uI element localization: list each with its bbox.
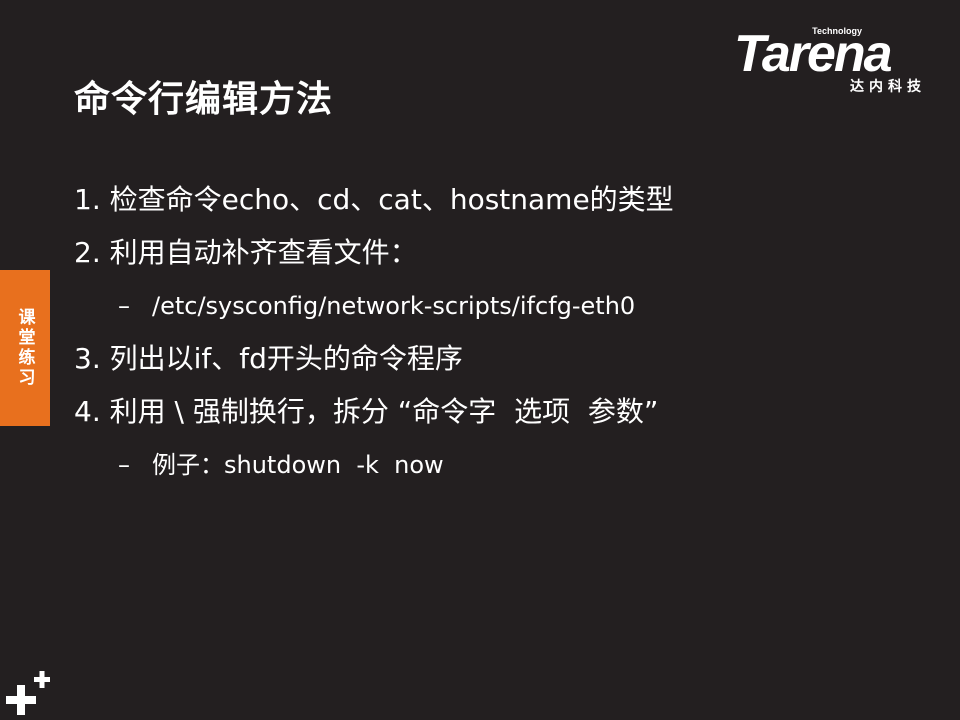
- logo-brand: Tarena: [734, 25, 893, 83]
- sub-list-item: – 例子：shutdown -k now: [74, 442, 934, 495]
- item-text: 检查命令echo、cd、cat、hostname的类型: [109, 183, 674, 216]
- tarena-logo: Technology Tarena 达内科技: [734, 24, 930, 96]
- item-text: 利用自动补齐查看文件：: [109, 236, 418, 269]
- example-text: 例子：shutdown -k now: [152, 451, 444, 479]
- item-number: 1.: [74, 183, 101, 216]
- side-tab-label: 课堂练习: [14, 308, 35, 388]
- item-number: 4.: [74, 395, 101, 428]
- item-number: 3.: [74, 342, 101, 375]
- slide-title: 命令行编辑方法: [74, 79, 334, 120]
- list-item: 3. 列出以if、fd开头的命令程序: [74, 336, 934, 389]
- item-number: 2.: [74, 236, 101, 269]
- item-text: 利用 \ 强制换行，拆分 “命令字 选项 参数”: [109, 395, 659, 428]
- dash-bullet: –: [118, 451, 130, 479]
- list-item: 1. 检查命令echo、cd、cat、hostname的类型: [74, 177, 934, 230]
- list-item: 2. 利用自动补齐查看文件：: [74, 230, 934, 283]
- logo-chinese-name: 达内科技: [850, 79, 926, 95]
- list-item: 4. 利用 \ 强制换行，拆分 “命令字 选项 参数”: [74, 389, 934, 442]
- sub-list-item: –/etc/sysconfig/network-scripts/ifcfg-et…: [74, 283, 934, 336]
- exercise-list: 1. 检查命令echo、cd、cat、hostname的类型 2. 利用自动补齐…: [74, 177, 934, 495]
- dash-bullet: –: [118, 292, 130, 320]
- classroom-exercise-tab: 课堂练习: [0, 270, 50, 426]
- plus-large-vertical: [17, 685, 25, 715]
- plus-small-vertical: [39, 671, 45, 688]
- file-path-text: /etc/sysconfig/network-scripts/ifcfg-eth…: [152, 292, 636, 320]
- plus-icon: [6, 671, 50, 715]
- item-text: 列出以if、fd开头的命令程序: [109, 342, 463, 375]
